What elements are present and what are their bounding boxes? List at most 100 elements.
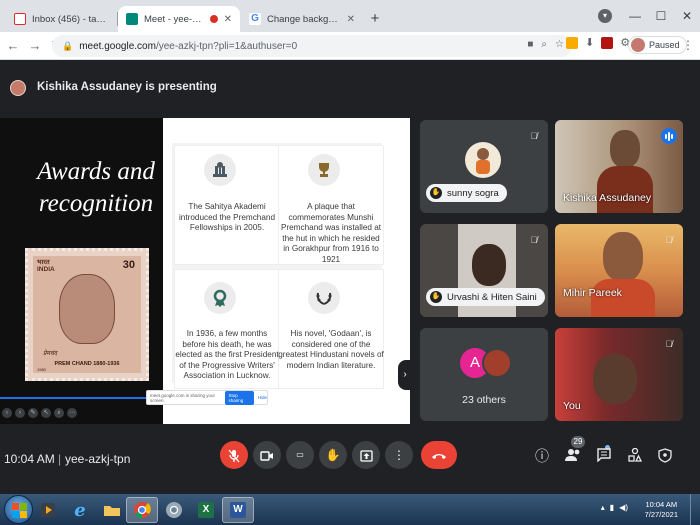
leave-call-button[interactable] xyxy=(421,441,457,469)
profile-status: Paused xyxy=(649,40,680,50)
close-tab-icon[interactable]: ✕ xyxy=(224,14,232,25)
recording-icon xyxy=(209,15,218,23)
others-tile[interactable]: A 23 others xyxy=(420,328,548,421)
host-controls-icon[interactable] xyxy=(656,448,674,466)
url-path: /yee-azkj-tpn?pli=1&authuser=0 xyxy=(155,40,298,52)
raised-hand-icon: ✋ xyxy=(430,187,442,199)
taskbar-app-chrome-profile[interactable] xyxy=(158,497,190,523)
raised-hand-icon: ✋ xyxy=(430,291,442,303)
meeting-separator: | xyxy=(58,452,62,466)
meet-control-bar: 10:04 AM | yee-azkj-tpn ▭ ✋ ⋮ ⓘ 29 xyxy=(0,424,700,494)
taskbar-app-excel[interactable]: X xyxy=(190,497,222,523)
taskbar-date: 7/27/2021 xyxy=(644,510,678,519)
back-icon[interactable]: ← xyxy=(2,38,24,53)
fact-text: The Sahitya Akademi introduced the Premc… xyxy=(178,202,276,232)
participant-tile[interactable]: 🎙̸ ✋ sunny sogra xyxy=(420,120,548,213)
participant-name: sunny sogra xyxy=(447,187,499,199)
taskbar-app-explorer[interactable] xyxy=(96,497,128,523)
participant-body xyxy=(597,166,653,213)
portrait-icon xyxy=(59,274,115,344)
zoom-slide-icon[interactable]: ⌕ xyxy=(54,408,64,418)
tab-search-icon[interactable]: ▾ xyxy=(598,9,612,23)
next-slide-icon[interactable]: › xyxy=(15,408,25,418)
tab-inbox[interactable]: Inbox (456) - tarannum@theindi... xyxy=(6,6,116,32)
postage-stamp-image: भारत INDIA 30 प्रेमचंद PREM CHAND 1880-1… xyxy=(25,248,149,381)
tray-arrow-icon[interactable]: ▴ xyxy=(601,503,605,512)
volume-icon[interactable]: ◀) xyxy=(619,503,628,512)
participant-name-pill: ✋ sunny sogra xyxy=(426,184,507,202)
url-host: meet.google.com xyxy=(79,40,156,52)
pen-icon[interactable]: ✎ xyxy=(28,408,38,418)
stamp-year: 1980 xyxy=(37,367,46,372)
start-button[interactable] xyxy=(4,495,33,524)
mic-muted-icon: 🎙̸ xyxy=(665,235,673,245)
zoom-icon[interactable]: ⌕ xyxy=(541,39,547,50)
activities-icon[interactable] xyxy=(626,447,644,465)
word-icon: W xyxy=(230,502,246,518)
camera-in-use-icon[interactable]: ■ xyxy=(527,39,533,50)
award-ribbon-icon xyxy=(204,282,236,314)
tab-change-background[interactable]: G Change background and use effe... ✕ xyxy=(241,6,363,32)
raise-hand-icon: ✋ xyxy=(325,448,341,462)
participant-tile[interactable]: 🎙̸ ✋ Urvashi & Hiten Saini xyxy=(420,224,548,317)
participant-name: Kishika Assudaney xyxy=(563,192,652,204)
raise-hand-button[interactable]: ✋ xyxy=(319,441,347,469)
new-tab-button[interactable]: + xyxy=(366,10,384,28)
taskbar-app-media[interactable] xyxy=(32,497,64,523)
meeting-details-icon[interactable]: ⓘ xyxy=(533,448,551,464)
forward-icon[interactable]: → xyxy=(24,38,46,53)
slide-title-panel: Awards and recognition भारत INDIA 30 प्र… xyxy=(0,118,163,424)
participant-tile-active-speaker[interactable]: Kishika Assudaney xyxy=(555,120,683,213)
maximize-button[interactable]: ☐ xyxy=(648,9,674,23)
minimize-button[interactable]: — xyxy=(622,9,648,23)
speaking-indicator-icon xyxy=(661,128,677,144)
more-slide-icon[interactable]: ⋯ xyxy=(67,408,77,418)
network-icon[interactable]: ▮ xyxy=(610,503,614,512)
fact-text: In 1936, a few months before his death, … xyxy=(175,329,279,380)
mic-muted-icon: 🎙̸ xyxy=(530,235,538,245)
mic-toggle-button[interactable] xyxy=(220,441,248,469)
profile-button[interactable]: Paused xyxy=(628,36,687,54)
close-window-button[interactable]: ✕ xyxy=(674,9,700,23)
participant-face xyxy=(472,244,506,286)
participant-name-pill: ✋ Urvashi & Hiten Saini xyxy=(426,288,545,306)
bookmark-star-icon[interactable]: ☆ xyxy=(555,39,564,50)
close-tab-icon[interactable]: ✕ xyxy=(347,14,355,25)
slide-controls: ‹ › ✎ ↖ ⌕ ⋯ xyxy=(0,404,163,422)
chrome-icon xyxy=(166,502,182,518)
windows-taskbar: e X W ▴ ▮ ◀) 10:04 AM 7/27/2021 xyxy=(0,494,700,525)
meeting-clock: 10:04 AM xyxy=(4,452,55,466)
chess-pieces-icon xyxy=(204,154,236,186)
stop-sharing-button[interactable]: Stop sharing xyxy=(225,390,254,405)
taskbar-app-chrome[interactable] xyxy=(126,497,158,523)
taskbar-clock[interactable]: 10:04 AM 7/27/2021 xyxy=(645,500,678,520)
taskbar-app-word[interactable]: W xyxy=(222,497,254,523)
meeting-code: yee-azkj-tpn xyxy=(65,452,131,466)
browser-tab-strip: Inbox (456) - tarannum@theindi... Meet -… xyxy=(0,0,700,32)
fact-text: His novel, 'Godaan', is considered one o… xyxy=(278,329,384,370)
chat-icon[interactable] xyxy=(595,448,613,465)
hide-notice-button[interactable]: Hide xyxy=(258,395,267,400)
meet-icon xyxy=(126,13,138,25)
people-icon[interactable] xyxy=(564,448,582,465)
captions-button[interactable]: ▭ xyxy=(286,441,314,469)
extension-icon[interactable]: ⬇ xyxy=(585,36,594,49)
taskbar-app-ie[interactable]: e xyxy=(64,497,96,523)
extension-icon[interactable] xyxy=(566,36,578,49)
participant-tile[interactable]: 🎙̸ Mihir Pareek xyxy=(555,224,683,317)
camera-toggle-button[interactable] xyxy=(253,441,281,469)
extension-icon[interactable] xyxy=(601,36,614,49)
show-desktop-button[interactable] xyxy=(690,494,700,525)
presenter-avatar xyxy=(10,80,26,96)
more-options-icon[interactable]: ⋮ xyxy=(385,441,413,469)
tab-meet[interactable]: Meet - yee-azkj-tpn ✕ xyxy=(118,6,240,32)
slide-next-arrow[interactable]: › xyxy=(398,360,410,390)
slide-title: Awards and recognition xyxy=(37,158,155,217)
present-now-button[interactable] xyxy=(352,441,380,469)
address-bar[interactable]: 🔒 meet.google.com/yee-azkj-tpn?pli=1&aut… xyxy=(52,35,572,57)
previous-slide-icon[interactable]: ‹ xyxy=(2,408,12,418)
browser-menu-icon[interactable]: ⋮ xyxy=(682,38,694,52)
self-tile[interactable]: 🎙̸ You xyxy=(555,328,683,421)
pointer-icon[interactable]: ↖ xyxy=(41,408,51,418)
avatar xyxy=(631,38,645,52)
